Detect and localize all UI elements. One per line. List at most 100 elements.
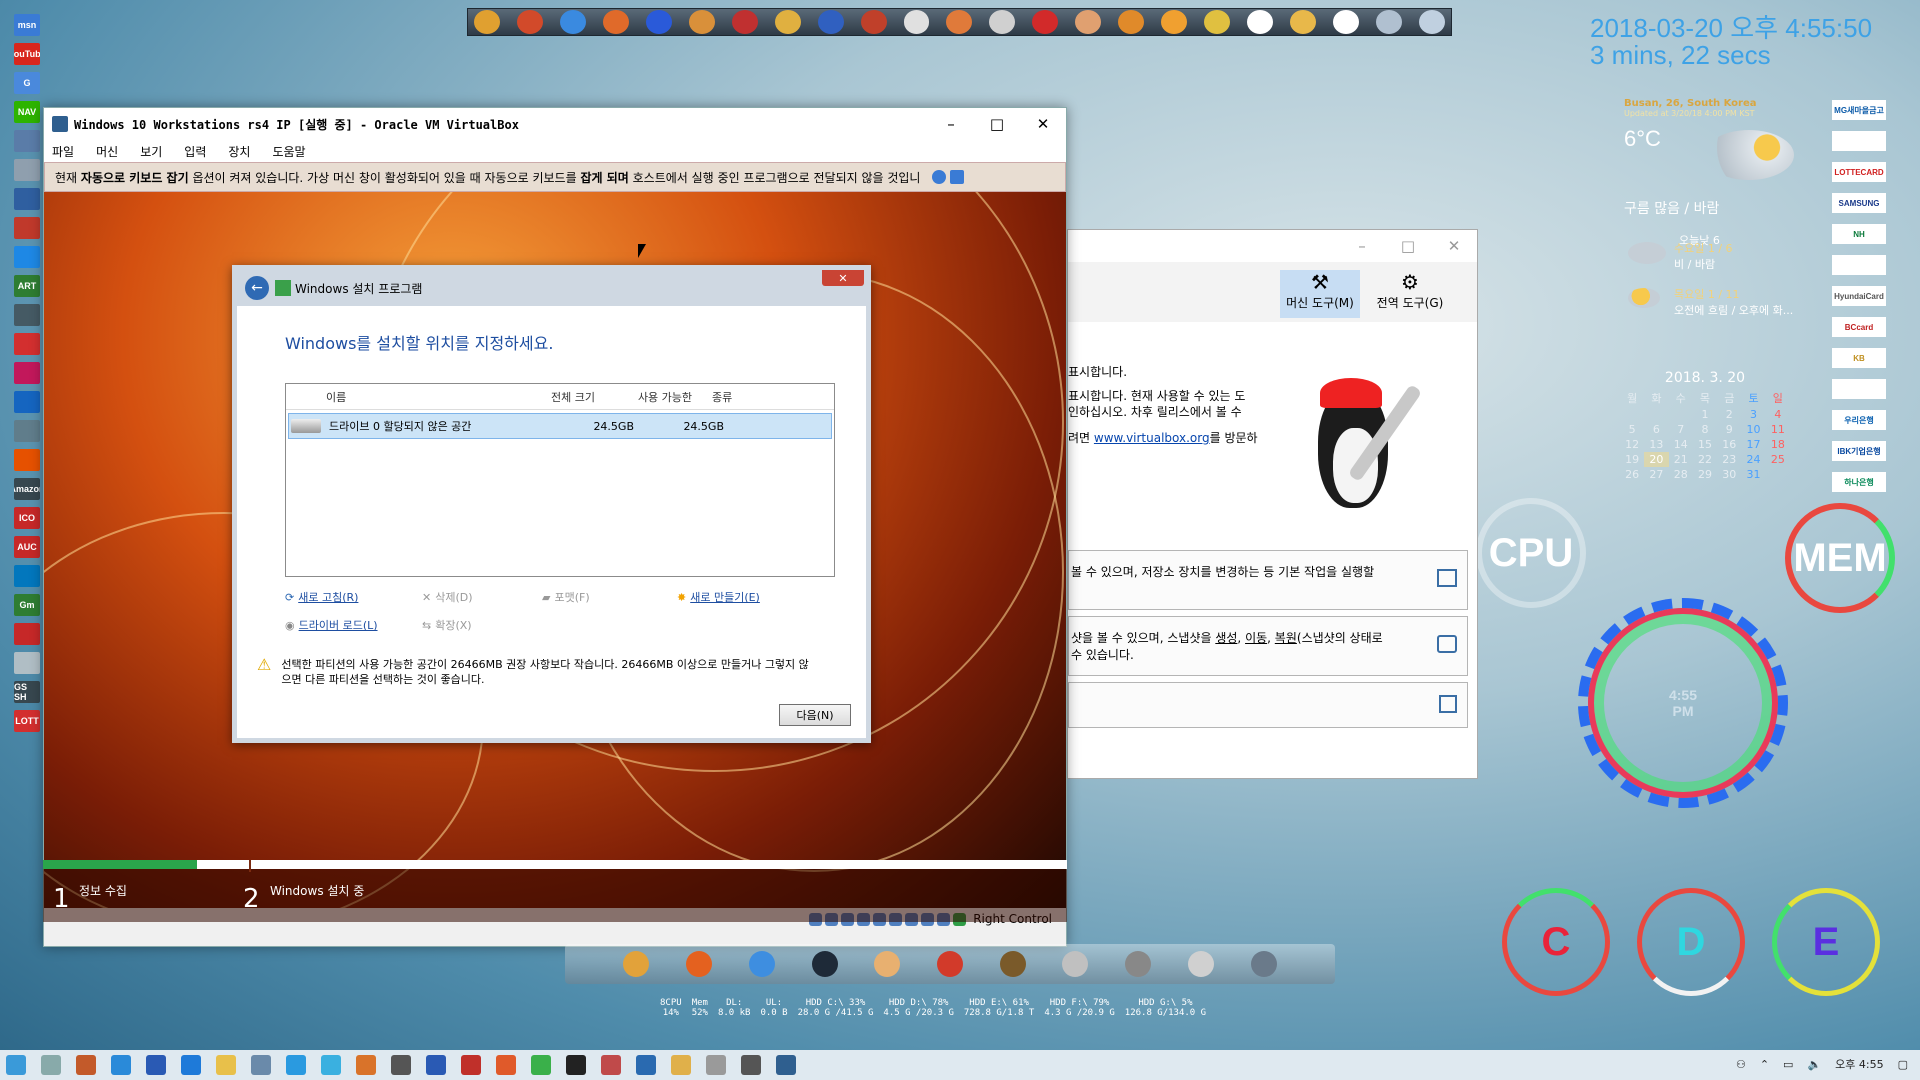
calendar-day[interactable]: 7 <box>1669 422 1693 437</box>
calendar-day[interactable]: 29 <box>1693 467 1717 482</box>
calendar-day[interactable]: 22 <box>1693 452 1717 467</box>
taskbar-app-icon[interactable] <box>671 1055 691 1075</box>
menu-item[interactable]: 도움말 <box>272 143 305 160</box>
bank-logo[interactable]: SAMSUNG <box>1832 193 1886 213</box>
taskbar-app-icon[interactable] <box>741 1055 761 1075</box>
calendar-day[interactable]: 4 <box>1766 407 1790 422</box>
dock-app-icon[interactable] <box>1250 951 1277 977</box>
app-icon[interactable] <box>14 217 40 239</box>
app-9-icon[interactable] <box>817 10 844 34</box>
partition-row[interactable]: 드라이브 0 할당되지 않은 공간 24.5GB 24.5GB <box>288 413 832 439</box>
snapshot-create-link[interactable]: 생성 <box>1215 631 1237 645</box>
app-7-icon[interactable] <box>731 10 758 34</box>
delete-button[interactable]: ✕ 삭제(D) <box>422 589 473 605</box>
settings-icon[interactable] <box>1418 10 1445 34</box>
dock-app-icon[interactable] <box>748 951 775 977</box>
tools-icon[interactable] <box>1333 10 1360 34</box>
youtube-icon[interactable]: YouTube <box>14 43 40 65</box>
bank-logo[interactable]: MG새마을금고 <box>1832 100 1886 120</box>
app-4-icon[interactable] <box>602 10 629 34</box>
calendar-day[interactable] <box>1644 407 1668 422</box>
bank-logo[interactable] <box>1832 255 1886 275</box>
calendar-day[interactable]: 6 <box>1644 422 1668 437</box>
bank-logo[interactable]: IBK기업은행 <box>1832 441 1886 461</box>
start-icon[interactable] <box>6 1055 26 1075</box>
calendar-day[interactable]: 12 <box>1620 437 1644 452</box>
menu-item[interactable]: 입력 <box>184 143 206 160</box>
pencil-icon[interactable] <box>1290 10 1317 34</box>
bank-logo[interactable]: LOTTECARD <box>1832 162 1886 182</box>
calendar-day[interactable]: 17 <box>1741 437 1765 452</box>
calendar-day[interactable]: 21 <box>1669 452 1693 467</box>
gmarket-icon[interactable]: Gm <box>14 594 40 616</box>
ico-icon[interactable]: ICO <box>14 507 40 529</box>
calendar-day[interactable]: 24 <box>1741 452 1765 467</box>
calendar-day[interactable]: 15 <box>1693 437 1717 452</box>
app-12-icon[interactable] <box>946 10 973 34</box>
col-free-space[interactable]: 사용 가능한 <box>626 389 704 405</box>
maximize-button[interactable]: □ <box>1385 230 1431 262</box>
taskbar-app-icon[interactable] <box>111 1055 131 1075</box>
app-icon[interactable] <box>14 362 40 384</box>
msn-icon[interactable]: msn <box>14 14 40 36</box>
bank-logo[interactable]: 우리은행 <box>1832 410 1886 430</box>
app-11-icon[interactable] <box>903 10 930 34</box>
menu-item[interactable]: 장치 <box>228 143 250 160</box>
snapshot-move-link[interactable]: 이동 <box>1245 631 1267 645</box>
bank-logo[interactable] <box>1832 131 1886 151</box>
dock-app-icon[interactable] <box>1062 951 1089 977</box>
menu-item[interactable]: 머신 <box>96 143 118 160</box>
app-3-icon[interactable] <box>559 10 586 34</box>
app-icon[interactable] <box>14 304 40 326</box>
taskbar-app-icon[interactable] <box>636 1055 656 1075</box>
app-icon[interactable] <box>14 652 40 674</box>
app-14-icon[interactable] <box>1032 10 1059 34</box>
calendar-day[interactable]: 9 <box>1717 422 1741 437</box>
network-icon[interactable]: ▭ <box>1783 1058 1793 1071</box>
info-icon[interactable] <box>932 170 947 184</box>
details-section[interactable]: 볼 수 있으며, 저장소 장치를 변경하는 등 기본 작업을 실행할 <box>1068 550 1468 610</box>
dismiss-icon[interactable] <box>950 170 965 184</box>
calendar-day[interactable]: 16 <box>1717 437 1741 452</box>
taskbar-app-icon[interactable] <box>461 1055 481 1075</box>
notification-icon[interactable]: ▢ <box>1898 1058 1908 1071</box>
app-icon[interactable] <box>14 188 40 210</box>
calendar-day[interactable]: 19 <box>1620 452 1644 467</box>
gsshop-icon[interactable]: GS SH <box>14 681 40 703</box>
app-icon[interactable] <box>14 159 40 181</box>
new-button[interactable]: ✸ 새로 만들기(E) <box>677 589 760 605</box>
taskbar-app-icon[interactable] <box>356 1055 376 1075</box>
calendar-day[interactable] <box>1669 407 1693 422</box>
close-button[interactable]: ✕ <box>1431 230 1477 262</box>
app-icon[interactable] <box>14 391 40 413</box>
app-13-icon[interactable] <box>989 10 1016 34</box>
taskbar-app-icon[interactable] <box>531 1055 551 1075</box>
taskbar-app-icon[interactable] <box>566 1055 586 1075</box>
calendar-day[interactable]: 13 <box>1644 437 1668 452</box>
calendar-day[interactable]: 3 <box>1741 407 1765 422</box>
calendar-day[interactable]: 25 <box>1766 452 1790 467</box>
chevron-up-icon[interactable]: ⌃ <box>1760 1058 1769 1071</box>
load-driver-button[interactable]: ◉ 드라이버 로드(L) <box>285 617 378 633</box>
calendar-day[interactable]: 1 <box>1693 407 1717 422</box>
logs-section[interactable] <box>1068 682 1468 728</box>
extend-button[interactable]: ⇆ 확장(X) <box>422 617 472 633</box>
calendar-day[interactable] <box>1620 407 1644 422</box>
calendar-day[interactable]: 23 <box>1717 452 1741 467</box>
bank-logo[interactable]: HyundaiCard <box>1832 286 1886 306</box>
task-view-icon[interactable] <box>41 1055 61 1075</box>
ie-icon[interactable] <box>286 1055 306 1075</box>
format-button[interactable]: ▰ 포맷(F) <box>542 589 590 605</box>
app-17-icon[interactable] <box>1161 10 1188 34</box>
taskbar-app-icon[interactable] <box>601 1055 621 1075</box>
minimize-button[interactable]: – <box>928 108 974 140</box>
auction-icon[interactable]: AUC <box>14 536 40 558</box>
app-icon[interactable] <box>14 130 40 152</box>
calendar-day[interactable] <box>1766 467 1790 482</box>
dock-app-icon[interactable] <box>811 951 838 977</box>
calendar-day[interactable]: 14 <box>1669 437 1693 452</box>
machine-tools-button[interactable]: ⚒ 머신 도구(M) <box>1280 270 1360 318</box>
global-tools-button[interactable]: ⚙ 전역 도구(G) <box>1370 270 1450 318</box>
bank-logo[interactable]: NH <box>1832 224 1886 244</box>
person-icon[interactable]: ⚇ <box>1736 1058 1746 1071</box>
